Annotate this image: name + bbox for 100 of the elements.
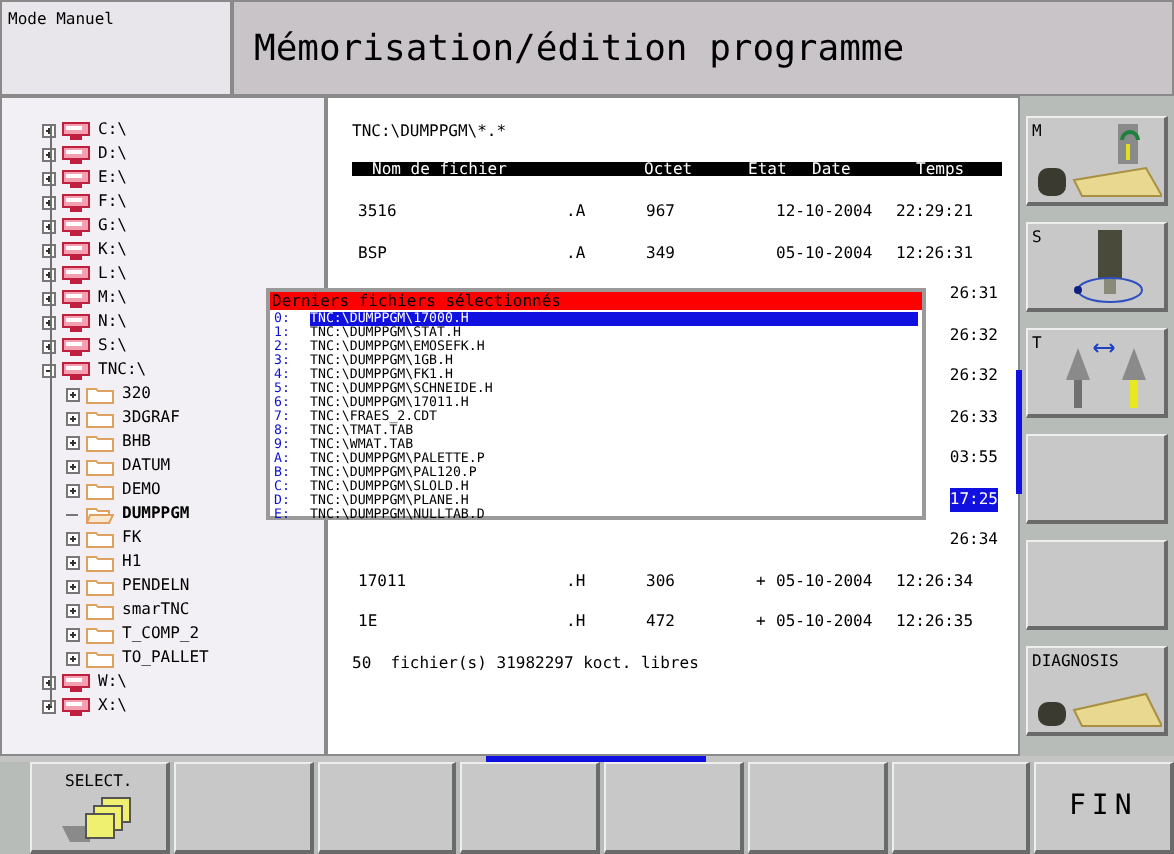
expand-icon[interactable] — [66, 411, 80, 425]
softkey[interactable]: SELECT. — [30, 762, 170, 854]
file-name: 17011 — [358, 569, 409, 594]
softkey[interactable]: S — [1026, 222, 1168, 312]
file-time: 26:33 — [949, 405, 998, 430]
open-folder-icon — [86, 505, 114, 523]
file-time: 26:32 — [949, 323, 998, 348]
file-date: 05-10-2004 — [776, 610, 875, 635]
folder-icon — [86, 553, 114, 571]
file-size: 349 — [646, 241, 677, 266]
folder-icon — [86, 601, 114, 619]
file-status: + — [756, 569, 768, 594]
expand-icon[interactable] — [66, 651, 80, 665]
tree-item[interactable]: H1 — [122, 550, 142, 574]
file-size: 967 — [646, 200, 677, 225]
blank-softkey[interactable] — [891, 762, 1031, 854]
file-name: BSP — [358, 241, 389, 266]
tree-item[interactable]: K:\ — [98, 238, 127, 262]
expand-icon[interactable] — [66, 627, 80, 641]
blank-softkey[interactable] — [747, 762, 887, 854]
tree-item[interactable]: X:\ — [98, 694, 127, 718]
file-time: 03:55 — [949, 446, 998, 471]
drive-icon — [62, 337, 90, 355]
blank-softkey[interactable] — [173, 762, 313, 854]
folder-icon — [86, 385, 114, 403]
file-path: TNC:\DUMPPGM\*.* — [352, 122, 509, 144]
file-time: 26:34 — [949, 528, 998, 553]
file-type: .A — [566, 241, 588, 266]
tree-item[interactable]: smarTNC — [122, 598, 190, 622]
tree-item[interactable]: TNC:\ — [98, 358, 147, 382]
tree-item[interactable]: DEMO — [122, 478, 161, 502]
folder-icon — [86, 577, 114, 595]
tree-item[interactable]: FK — [122, 526, 142, 550]
expand-icon[interactable] — [66, 435, 80, 449]
drive-icon — [62, 217, 90, 235]
tree-item[interactable]: PENDELN — [122, 574, 190, 598]
tree-item[interactable]: L:\ — [98, 262, 127, 286]
file-time: 12:26:35 — [896, 610, 974, 635]
expand-icon[interactable] — [66, 579, 80, 593]
column-header: Octet — [644, 162, 695, 176]
expand-icon[interactable] — [66, 531, 80, 545]
drive-icon — [62, 241, 90, 259]
tree-item[interactable]: N:\ — [98, 310, 127, 334]
window-title: Mémorisation/édition programme — [254, 25, 905, 73]
folder-icon — [86, 409, 114, 427]
tree-item[interactable]: D:\ — [98, 142, 127, 166]
tree-item[interactable]: 3DGRAF — [122, 406, 180, 430]
drive-icon — [62, 169, 90, 187]
tree-item[interactable]: F:\ — [98, 190, 127, 214]
scroll-indicator — [1016, 370, 1022, 494]
file-date: 12-10-2004 — [776, 200, 875, 225]
softkey[interactable]: T — [1026, 328, 1168, 418]
file-type: .A — [566, 200, 588, 225]
tree-item[interactable]: BHB — [122, 430, 151, 454]
softkey[interactable]: M — [1026, 116, 1168, 206]
softkey[interactable]: FIN — [1034, 762, 1174, 854]
tree-item[interactable]: TO_PALLET — [122, 646, 209, 670]
tree-item[interactable]: M:\ — [98, 286, 127, 310]
column-header: Date — [812, 162, 853, 176]
tree-item[interactable]: S:\ — [98, 334, 127, 358]
drive-icon — [62, 361, 90, 379]
tree-item[interactable]: G:\ — [98, 214, 127, 238]
machine-table-icon — [1038, 124, 1162, 200]
file-date: 05-10-2004 — [776, 241, 875, 266]
tree-item[interactable]: 320 — [122, 382, 151, 406]
tree-item[interactable]: E:\ — [98, 166, 127, 190]
blank-softkey[interactable] — [317, 762, 457, 854]
file-time: 12:26:34 — [896, 569, 974, 594]
file-size: 306 — [646, 569, 677, 594]
tree-item[interactable]: T_COMP_2 — [122, 622, 200, 646]
expand-icon[interactable] — [66, 603, 80, 617]
file-time: 17:25 — [949, 487, 998, 512]
blank-softkey[interactable] — [1026, 540, 1168, 630]
file-name: 3516 — [358, 200, 399, 225]
expand-icon[interactable] — [42, 699, 56, 713]
file-type: .H — [566, 569, 588, 594]
expand-icon[interactable] — [42, 123, 56, 137]
file-type: .H — [566, 610, 588, 635]
folder-icon — [86, 625, 114, 643]
drive-icon — [62, 265, 90, 283]
expand-icon[interactable] — [66, 483, 80, 497]
blank-softkey[interactable] — [1026, 434, 1168, 524]
expand-icon[interactable] — [66, 387, 80, 401]
file-time: 26:32 — [949, 364, 998, 389]
blank-softkey[interactable] — [604, 762, 744, 854]
file-name: 1E — [358, 610, 380, 635]
tree-item[interactable]: DUMPPGM — [122, 502, 190, 526]
expand-icon[interactable] — [66, 459, 80, 473]
blank-softkey[interactable] — [460, 762, 600, 854]
softkey[interactable]: DIAGNOSIS — [1026, 646, 1168, 736]
file-time: 12:26:31 — [896, 241, 974, 266]
file-status: + — [756, 610, 768, 635]
drive-icon — [62, 193, 90, 211]
tree-item[interactable]: DATUM — [122, 454, 171, 478]
tree-item[interactable]: W:\ — [98, 670, 127, 694]
expand-icon[interactable] — [66, 555, 80, 569]
tree-item[interactable]: C:\ — [98, 118, 127, 142]
drive-icon — [62, 313, 90, 331]
column-header: Temps — [916, 162, 967, 176]
folder-icon — [86, 529, 114, 547]
